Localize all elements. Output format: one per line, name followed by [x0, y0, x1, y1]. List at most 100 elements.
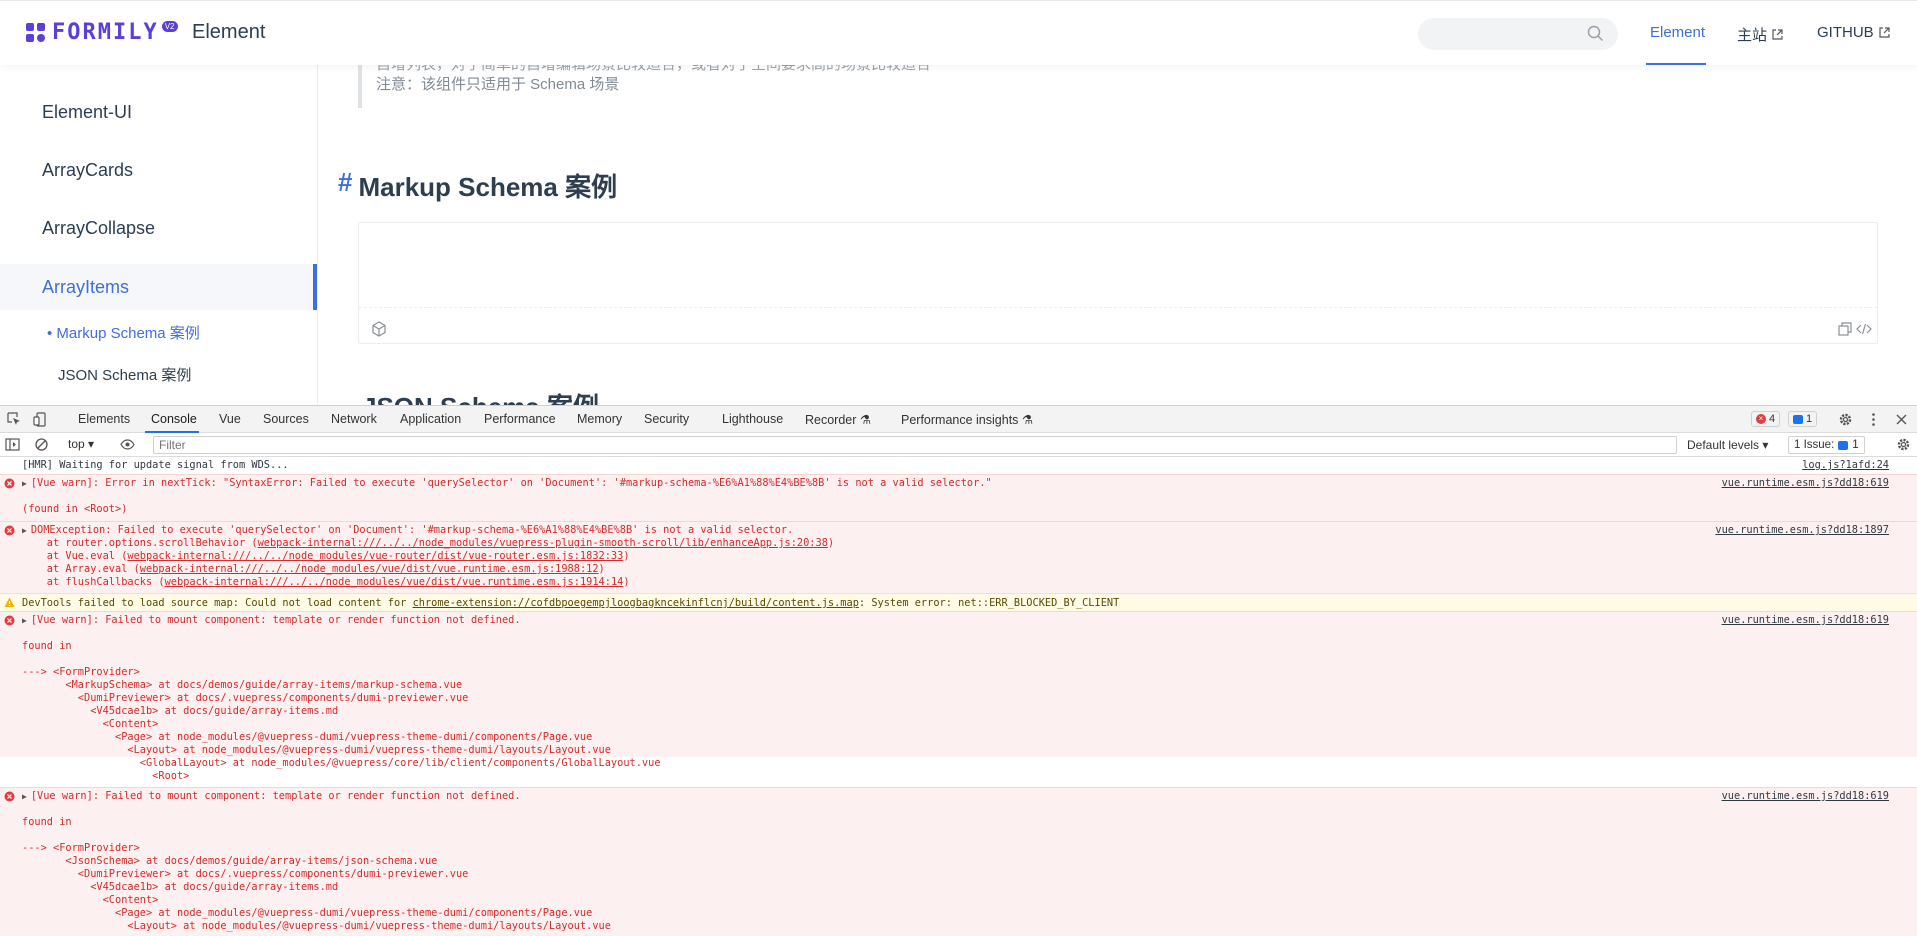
tab-console[interactable]: Console	[151, 412, 197, 426]
sidebar-item-arrayitems[interactable]: ArrayItems	[42, 277, 129, 298]
error-icon	[4, 791, 15, 802]
error-message: [Vue warn]: Error in nextTick: "SyntaxEr…	[30, 477, 992, 489]
error-text[interactable]: ▶ [Vue warn]: Error in nextTick: "SyntaxE…	[22, 477, 992, 490]
component-tree-line: <GlobalLayout> at node_modules/@vuepress…	[22, 757, 661, 769]
component-tree-line: <Page> at node_modules/@vuepress-dumi/vu…	[22, 907, 593, 919]
component-tree-line: <Layout> at node_modules/@vuepress-dumi/…	[22, 744, 611, 756]
sidebar-active-indicator	[313, 264, 317, 310]
section-heading-json: JSON Schema 案例	[362, 387, 599, 405]
sidebar-subitem-markup-schema[interactable]: • Markup Schema 案例	[47, 322, 200, 343]
expand-triangle-icon[interactable]: ▶	[22, 614, 27, 627]
tab-memory[interactable]: Memory	[577, 412, 622, 426]
clear-icon[interactable]	[34, 437, 49, 452]
error-count-badge[interactable]: × 4	[1751, 411, 1781, 427]
expand-triangle-icon[interactable]: ▶	[22, 524, 27, 537]
source-link[interactable]: vue.runtime.esm.js?dd18:619	[1722, 477, 1889, 490]
eye-icon[interactable]	[120, 437, 135, 452]
stack-link[interactable]: webpack-internal:///../../node_modules/v…	[127, 550, 623, 562]
error-text[interactable]: ▶ [Vue warn]: Failed to mount component: …	[22, 790, 521, 803]
tab-recorder[interactable]: Recorder ⚗	[805, 412, 871, 427]
source-link[interactable]: log.js?1afd:24	[1802, 459, 1889, 472]
code-icon[interactable]	[1856, 321, 1872, 337]
inspect-icon[interactable]	[7, 412, 22, 427]
stack-frame: at flushCallbacks (webpack-internal:///.…	[22, 576, 630, 588]
tab-application[interactable]: Application	[400, 412, 461, 426]
expand-triangle-icon[interactable]: ▶	[22, 790, 27, 803]
tab-vue[interactable]: Vue	[219, 412, 241, 426]
stack-link[interactable]: webpack-internal:///../../node_modules/v…	[258, 537, 828, 549]
tab-performance-insights[interactable]: Performance insights ⚗	[901, 412, 1033, 427]
sidebar-subitem-json-schema[interactable]: JSON Schema 案例	[58, 364, 191, 385]
console-toolbar: top ▾ Default levels ▾ 1 Issue: 1	[0, 433, 1917, 457]
error-icon	[4, 478, 15, 489]
devtools-panel: Elements Console Vue Sources Network App…	[0, 405, 1917, 936]
warning-icon	[4, 597, 15, 607]
tab-sources[interactable]: Sources	[263, 412, 309, 426]
error-count: 4	[1769, 413, 1776, 425]
message-icon	[1793, 414, 1803, 424]
error-icon: ×	[1756, 414, 1766, 424]
settings-icon[interactable]	[1838, 412, 1853, 427]
sidebar-item-arraycollapse[interactable]: ArrayCollapse	[42, 218, 155, 239]
tab-performance[interactable]: Performance	[484, 412, 556, 426]
logo[interactable]: FORMILY V2	[26, 20, 178, 45]
logo-badge: V2	[161, 21, 178, 32]
sidebar-item-arraycards[interactable]: ArrayCards	[42, 160, 133, 181]
issues-button[interactable]: 1 Issue: 1	[1788, 436, 1865, 454]
issues-label: 1 Issue:	[1794, 439, 1835, 451]
log-levels-select[interactable]: Default levels ▾	[1687, 438, 1768, 452]
error-text[interactable]: ▶ DOMException: Failed to execute 'queryS…	[22, 524, 793, 537]
device-icon[interactable]	[33, 412, 48, 427]
tab-security[interactable]: Security	[644, 412, 689, 426]
console-output: [HMR] Waiting for update signal from WDS…	[0, 457, 1917, 936]
sidebar-toggle-icon[interactable]	[5, 437, 20, 452]
console-settings-icon[interactable]	[1896, 437, 1911, 452]
error-icon	[4, 525, 15, 536]
console-message-warning: DevTools failed to load source map: Coul…	[0, 593, 1917, 611]
nav-link-github[interactable]: GITHUB	[1817, 24, 1890, 41]
component-tree-line: <Content>	[22, 718, 159, 730]
copy-icon[interactable]	[1837, 321, 1853, 337]
message-count-badge[interactable]: 1	[1788, 411, 1818, 427]
component-tree-line: <V45dcae1b> at docs/guide/array-items.md	[22, 705, 339, 717]
error-text[interactable]: ▶ [Vue warn]: Failed to mount component: …	[22, 614, 521, 627]
codesandbox-icon[interactable]	[371, 321, 387, 337]
nav-link-main-site[interactable]: 主站	[1737, 24, 1783, 45]
nav-active-underline	[1646, 63, 1706, 65]
tab-network[interactable]: Network	[331, 412, 377, 426]
tab-lighthouse[interactable]: Lighthouse	[722, 412, 783, 426]
component-tree-line: <Layout> at node_modules/@vuepress-dumi/…	[22, 920, 611, 932]
nav-link-element[interactable]: Element	[1650, 24, 1705, 41]
stack-link[interactable]: webpack-internal:///../../node_modules/v…	[140, 563, 599, 575]
source-map-link[interactable]: chrome-extension://cofdbpoegempjloogbagk…	[413, 597, 859, 609]
error-message: [Vue warn]: Failed to mount component: t…	[30, 790, 521, 802]
nav-link-label: GITHUB	[1817, 24, 1874, 41]
error-found-in: found in	[22, 816, 72, 828]
site-title[interactable]: Element	[192, 21, 265, 44]
filter-input[interactable]	[153, 436, 1677, 454]
tab-elements[interactable]: Elements	[78, 412, 130, 426]
stack-frame: at Array.eval (webpack-internal:///../..…	[22, 563, 605, 575]
logo-icon	[26, 22, 46, 43]
console-message-error: ▶ [Vue warn]: Failed to mount component: …	[0, 787, 1917, 936]
sidebar-item-element-ui[interactable]: Element-UI	[42, 102, 132, 123]
search-icon[interactable]	[1587, 25, 1604, 42]
expand-triangle-icon[interactable]: ▶	[22, 477, 27, 490]
demo-previewer	[358, 222, 1878, 344]
more-icon[interactable]	[1866, 412, 1881, 427]
component-tree-line: <JsonSchema> at docs/demos/guide/array-i…	[22, 855, 438, 867]
source-link[interactable]: vue.runtime.esm.js?dd18:619	[1722, 790, 1889, 803]
stack-link[interactable]: webpack-internal:///../../node_modules/v…	[165, 576, 624, 588]
source-link[interactable]: vue.runtime.esm.js?dd18:619	[1722, 614, 1889, 627]
nav-link-label: 主站	[1737, 27, 1768, 44]
heading-anchor[interactable]: #	[338, 167, 352, 204]
stack-frame: at router.options.scrollBehavior (webpac…	[22, 537, 835, 549]
log-text: [HMR] Waiting for update signal from WDS…	[22, 459, 289, 471]
console-message-log: [HMR] Waiting for update signal from WDS…	[0, 457, 1917, 474]
context-select[interactable]: top ▾	[68, 437, 94, 451]
source-link[interactable]: vue.runtime.esm.js?dd18:1897	[1715, 524, 1889, 537]
logo-text: FORMILY	[52, 20, 159, 45]
close-icon[interactable]	[1894, 412, 1909, 427]
message-count: 1	[1806, 413, 1813, 425]
warning-text: DevTools failed to load source map: Coul…	[22, 597, 1120, 609]
